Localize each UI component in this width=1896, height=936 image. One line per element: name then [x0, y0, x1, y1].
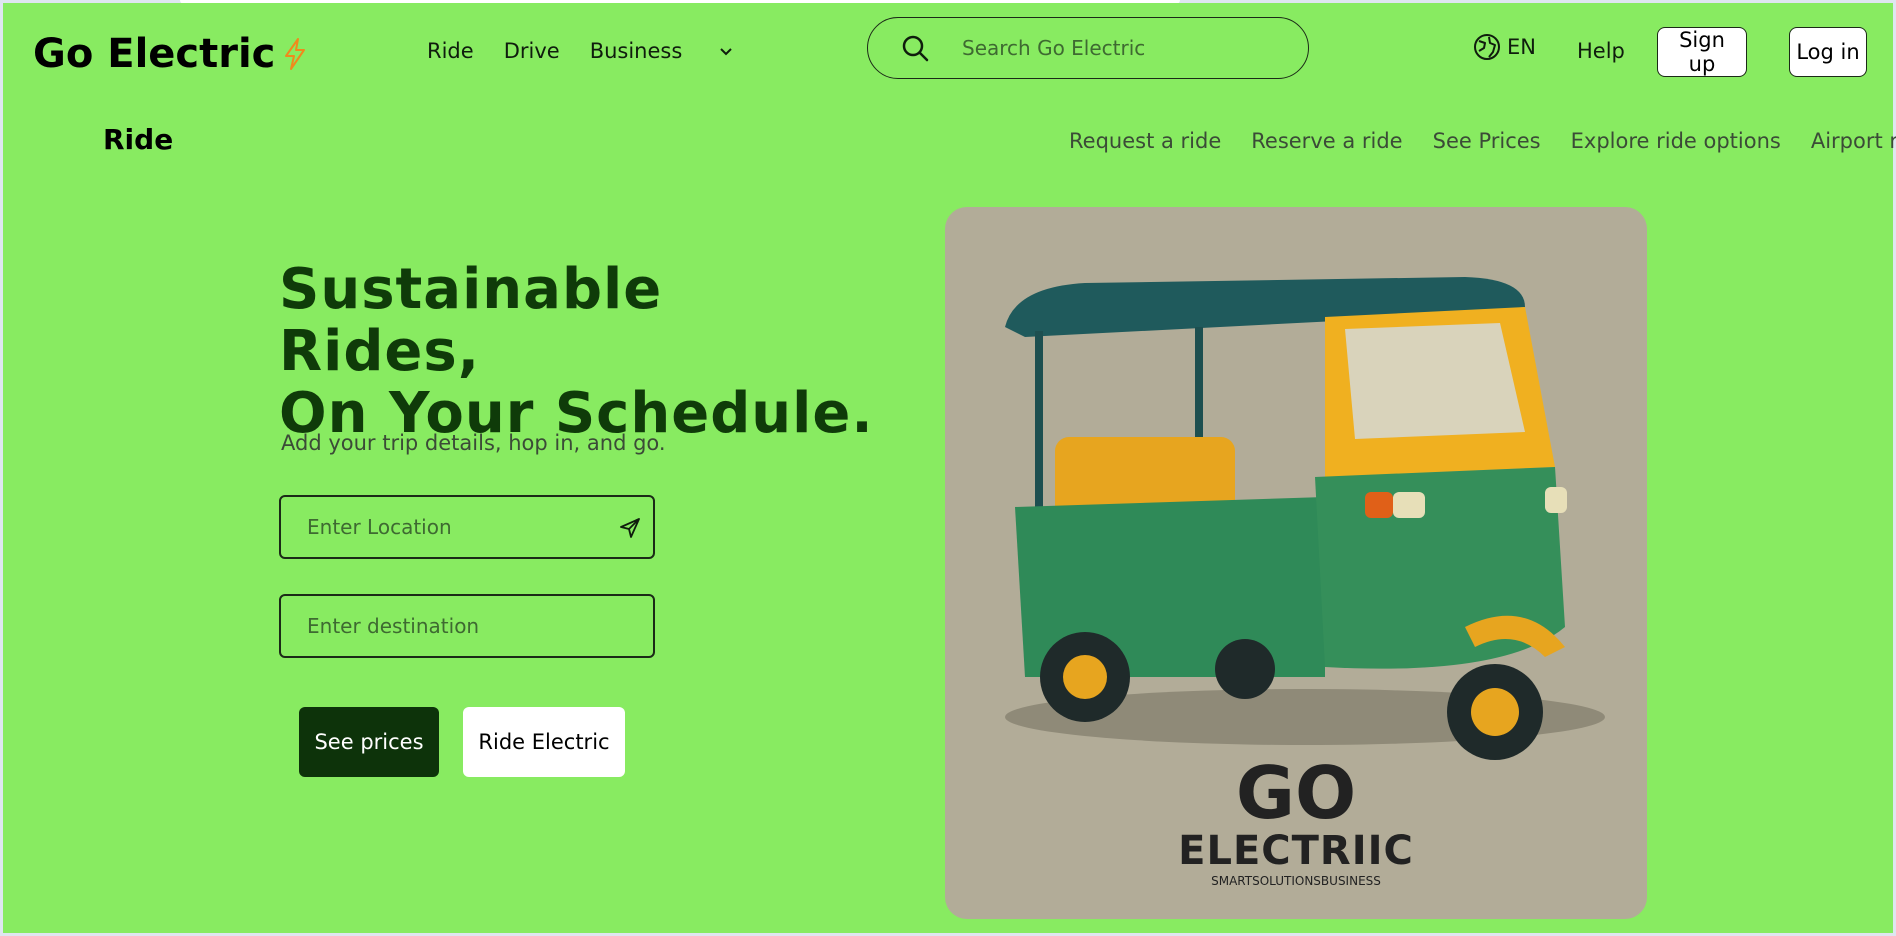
brand-lockup: GO ELECTRIIC SMARTSOLUTIONSBUSINESS — [945, 757, 1647, 889]
search-input[interactable] — [960, 35, 1284, 61]
hero-title-line1: Sustainable Rides, — [279, 257, 663, 384]
search-bar[interactable] — [867, 17, 1309, 79]
destination-field[interactable] — [279, 594, 655, 658]
globe-icon — [1474, 34, 1500, 60]
see-prices-button[interactable]: See prices — [299, 707, 439, 777]
nav-drive[interactable]: Drive — [504, 39, 560, 63]
brand-name: ELECTRIIC — [1178, 828, 1414, 874]
send-icon[interactable] — [619, 517, 641, 539]
logo-text: Go Electric — [33, 31, 276, 77]
lightning-bolt-icon — [285, 38, 306, 70]
help-link[interactable]: Help — [1577, 39, 1625, 63]
subnav-request-ride[interactable]: Request a ride — [1069, 129, 1221, 153]
hero-image: GO ELECTRIIC SMARTSOLUTIONSBUSINESS — [945, 207, 1647, 919]
brand-tagline: SMARTSOLUTIONSBUSINESS — [1211, 874, 1381, 888]
ride-subnav: Request a ride Reserve a ride See Prices… — [1069, 129, 1896, 153]
location-input[interactable] — [305, 514, 599, 540]
auto-rickshaw-illustration — [1005, 277, 1605, 760]
logo[interactable]: Go Electric — [33, 31, 309, 77]
hero-subtitle: Add your trip details, hop in, and go. — [281, 431, 666, 455]
subnav-explore-options[interactable]: Explore ride options — [1571, 129, 1781, 153]
search-icon[interactable] — [900, 33, 930, 63]
nav-ride[interactable]: Ride — [427, 39, 474, 63]
signup-button[interactable]: Sign up — [1657, 27, 1747, 77]
page: Go Electric Ride Drive Business EN Help … — [3, 3, 1896, 933]
location-field[interactable] — [279, 495, 655, 559]
subnav-see-prices[interactable]: See Prices — [1433, 129, 1541, 153]
main-nav: Ride Drive Business — [427, 39, 734, 63]
language-label: EN — [1507, 35, 1536, 59]
subnav-reserve-ride[interactable]: Reserve a ride — [1251, 129, 1402, 153]
ride-electric-button[interactable]: Ride Electric — [463, 707, 625, 777]
chevron-down-icon[interactable] — [718, 43, 734, 59]
nav-business[interactable]: Business — [590, 39, 683, 63]
brand-go: GO — [1235, 751, 1357, 835]
destination-input[interactable] — [305, 613, 599, 639]
language-selector[interactable]: EN — [1473, 33, 1536, 61]
login-button[interactable]: Log in — [1789, 27, 1867, 77]
hero-title: Sustainable Rides, On Your Schedule. — [279, 259, 879, 445]
section-title: Ride — [103, 123, 174, 156]
subnav-airport-rides[interactable]: Airport rides — [1811, 129, 1896, 153]
